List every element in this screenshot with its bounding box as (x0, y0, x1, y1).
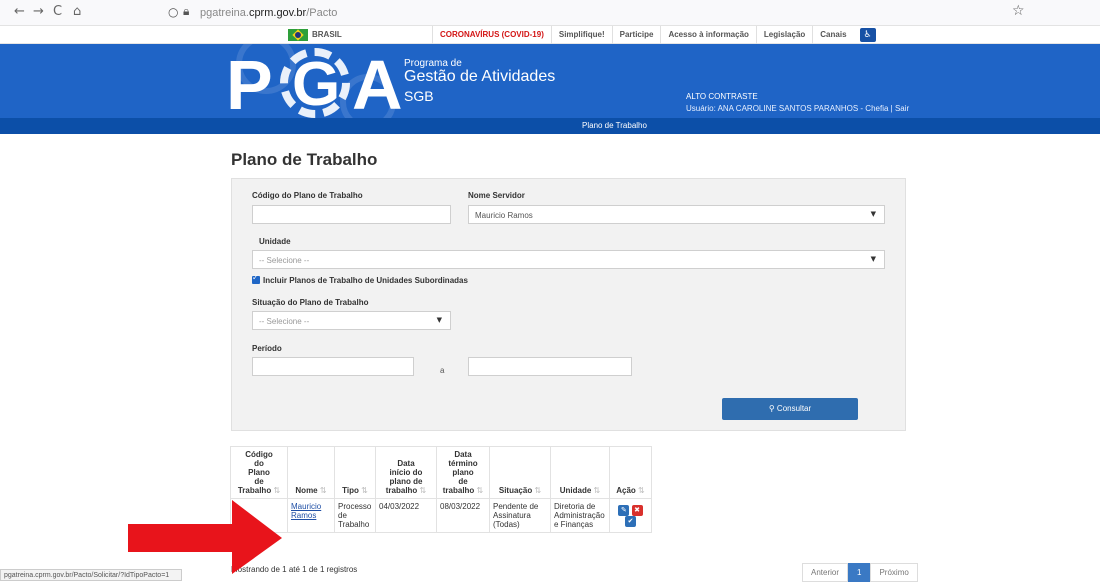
search-icon: ⚲ (768, 404, 775, 413)
periodo-fim-input[interactable] (468, 357, 632, 376)
incluir-subordinadas-label[interactable]: Incluir Planos de Trabalho de Unidades S… (263, 276, 468, 285)
cell-data-termino: 08/03/2022 (436, 498, 490, 533)
shield-icon[interactable]: ○ (168, 5, 178, 19)
reload-icon[interactable]: C (53, 4, 62, 19)
logo-sgb: SGB (404, 88, 434, 104)
alto-contraste-link[interactable]: ALTO CONTRASTE (686, 92, 758, 101)
brazil-flag-icon (288, 29, 308, 41)
acesso-informacao-link[interactable]: Acesso à informação (660, 26, 755, 44)
pagination-page-1[interactable]: 1 (848, 563, 871, 582)
nav-bar: Plano de Trabalho (0, 118, 1100, 134)
col-codigo[interactable]: Código do Plano de Trabalho ⇅ (230, 446, 288, 499)
address-bar[interactable]: pgatreina.cprm.gov.br/Pacto (200, 7, 337, 19)
cell-acao: ✎ ✖ ✔ (609, 498, 652, 533)
pagination-next[interactable]: Próximo (870, 563, 918, 582)
col-data-termino[interactable]: Data término plano de trabalho ⇅ (436, 446, 490, 499)
situacao-label: Situação do Plano de Trabalho (252, 298, 369, 307)
incluir-subordinadas-checkbox[interactable] (252, 273, 260, 284)
col-data-inicio[interactable]: Data início do plano de trabalho ⇅ (375, 446, 437, 499)
periodo-separator: a (440, 366, 445, 375)
col-situacao[interactable]: Situação ⇅ (489, 446, 551, 499)
user-info[interactable]: Usuário: ANA CAROLINE SANTOS PARANHOS - … (686, 104, 909, 113)
canais-link[interactable]: Canais (812, 26, 853, 44)
covid-link[interactable]: CORONAVÍRUS (COVID-19) (432, 26, 551, 44)
cell-unidade: Diretoria de Administração e Finanças (550, 498, 610, 533)
nav-plano-trabalho[interactable]: Plano de Trabalho (582, 121, 647, 130)
sort-icon: ⇅ (638, 486, 645, 495)
col-acao[interactable]: Ação ⇅ (609, 446, 652, 499)
col-unidade[interactable]: Unidade ⇅ (550, 446, 610, 499)
edit-icon[interactable]: ✎ (618, 505, 630, 516)
accessibility-icon[interactable]: ♿︎ (859, 28, 876, 42)
table-header-row: Código do Plano de Trabalho ⇅ Nome ⇅ Tipo ⇅ … (230, 446, 652, 499)
page-title: Plano de Trabalho (231, 150, 378, 169)
pagination: Anterior 1 Próximo (802, 563, 918, 582)
periodo-inicio-input[interactable] (252, 357, 414, 376)
sort-icon: ⇅ (319, 486, 327, 495)
codigo-label: Código do Plano de Trabalho (252, 191, 363, 200)
sort-icon: ⇅ (273, 486, 281, 495)
bookmark-star-icon[interactable]: ☆ (1012, 3, 1025, 19)
chevron-down-icon: ▼ (870, 210, 876, 218)
red-arrow-annotation (128, 500, 282, 574)
sort-icon: ⇅ (476, 486, 484, 495)
chevron-down-icon: ▼ (436, 316, 442, 324)
results-table: Código do Plano de Trabalho ⇅ Nome ⇅ Tipo ⇅ … (230, 446, 652, 533)
unidade-value: -- Selecione -- (259, 256, 310, 265)
situacao-value: -- Selecione -- (259, 317, 310, 326)
consultar-label: Consultar (776, 404, 812, 413)
servidor-link[interactable]: Mauricio Ramos (291, 502, 321, 520)
nome-servidor-value: Mauricio Ramos (475, 211, 533, 220)
sort-icon: ⇅ (361, 486, 368, 495)
table-row: Mauricio Ramos Processo de Trabalho 04/03/2… (230, 498, 652, 533)
sort-icon: ⇅ (593, 486, 601, 495)
cell-nome: Mauricio Ramos (287, 498, 335, 533)
gov-bar: BRASIL CORONAVÍRUS (COVID-19) Simplifiqu… (0, 26, 1100, 44)
unidade-select[interactable]: -- Selecione -- ▼ (252, 250, 885, 269)
periodo-label: Período (252, 344, 282, 353)
brasil-label: BRASIL (312, 30, 342, 39)
forward-icon[interactable]: → (33, 4, 44, 19)
back-icon[interactable]: ← (14, 4, 25, 19)
simplifique-link[interactable]: Simplifique! (550, 26, 612, 44)
codigo-input[interactable] (252, 205, 451, 224)
brasil-link[interactable]: BRASIL (286, 28, 436, 42)
chevron-down-icon: ▼ (870, 255, 876, 263)
logo-letter-p: P (226, 46, 273, 118)
sort-icon: ⇅ (419, 486, 427, 495)
cell-situacao: Pendente de Assinatura (Todas) (489, 498, 551, 533)
situacao-select[interactable]: -- Selecione -- ▼ (252, 311, 451, 330)
check-icon[interactable]: ✔ (625, 516, 636, 527)
browser-toolbar: ← → C ⌂ ○ 🔒︎ pgatreina.cprm.gov.br/Pacto… (0, 0, 1100, 26)
cell-data-inicio: 04/03/2022 (375, 498, 437, 533)
consultar-button[interactable]: ⚲ Consultar (722, 398, 858, 420)
legislacao-link[interactable]: Legislação (755, 26, 812, 44)
logo-letter-a: A (352, 46, 403, 118)
lock-icon[interactable]: 🔒︎ (183, 4, 189, 19)
delete-icon[interactable]: ✖ (631, 505, 643, 516)
nome-servidor-label: Nome Servidor (468, 191, 525, 200)
unidade-label: Unidade (259, 237, 291, 246)
col-nome[interactable]: Nome ⇅ (287, 446, 335, 499)
site-header: P G A Programa de Gestão de Atividades S… (0, 44, 1100, 118)
logo-gestao: Gestão de Atividades (404, 68, 556, 85)
home-icon[interactable]: ⌂ (73, 4, 81, 19)
nome-servidor-select[interactable]: Mauricio Ramos ▼ (468, 205, 885, 224)
pagination-previous[interactable]: Anterior (802, 563, 849, 582)
cell-tipo: Processo de Trabalho (334, 498, 376, 533)
participe-link[interactable]: Participe (611, 26, 661, 44)
col-tipo[interactable]: Tipo ⇅ (334, 446, 376, 499)
logo-letter-g: G (292, 50, 341, 118)
sort-icon: ⇅ (534, 486, 542, 495)
